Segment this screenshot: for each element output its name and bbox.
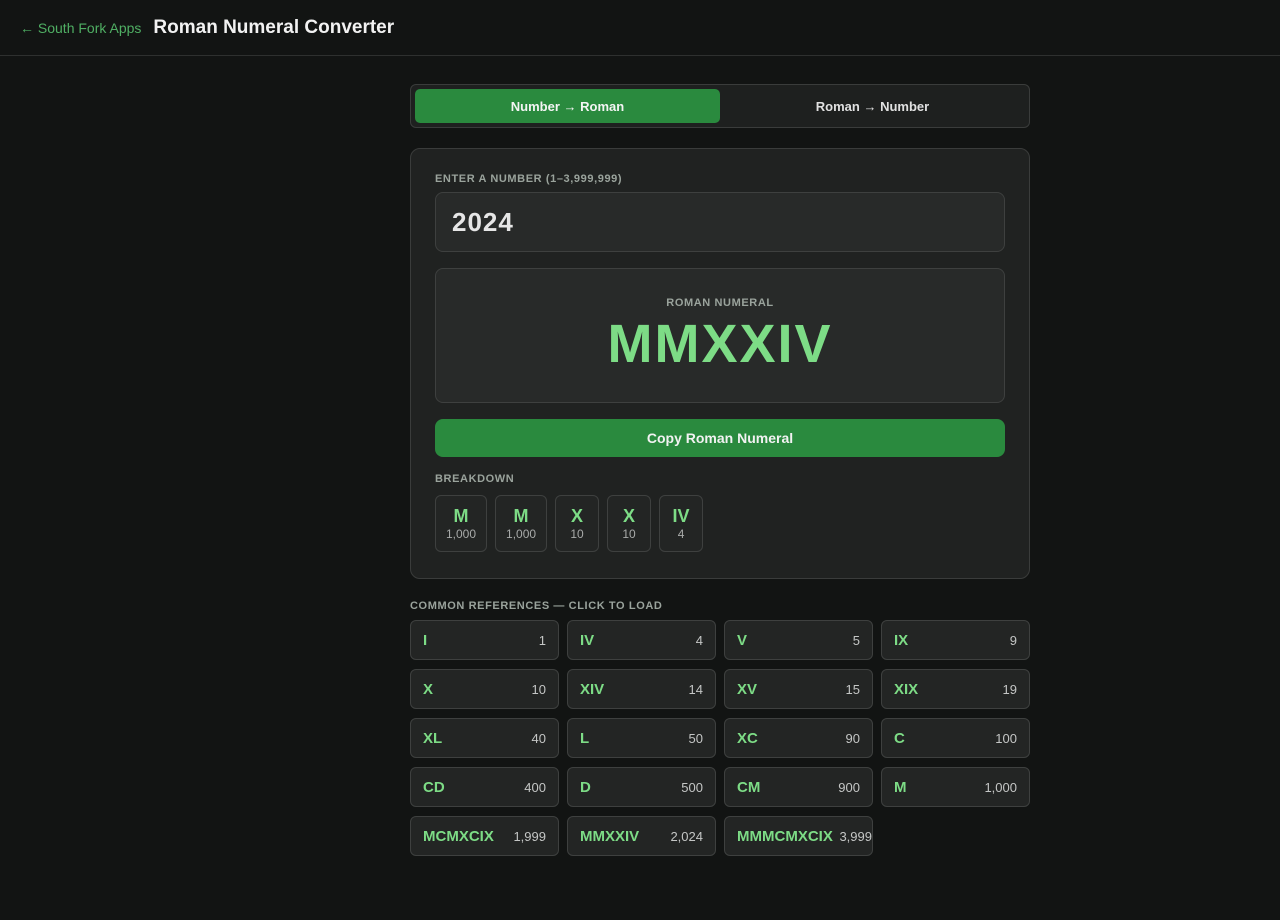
breakdown-value: 10 (622, 527, 636, 541)
reference-button[interactable]: XL 40 (410, 718, 559, 758)
reference-numeral: L (580, 729, 590, 747)
breakdown-label: BREAKDOWN (435, 473, 515, 485)
reference-numeral: XC (737, 729, 758, 747)
input-label: ENTER A NUMBER (1–3,999,999) (435, 173, 623, 185)
reference-value: 1,000 (984, 779, 1017, 795)
reference-numeral: MCMXCIX (423, 827, 494, 845)
reference-value: 50 (688, 730, 703, 746)
reference-numeral: IV (580, 631, 595, 649)
reference-value: 1 (538, 632, 546, 648)
reference-numeral: XIV (580, 680, 605, 698)
reference-button[interactable]: XIV 14 (567, 669, 716, 709)
number-input[interactable] (435, 192, 1005, 252)
breakdown-numeral: X (623, 506, 636, 526)
breakdown-numeral: X (571, 506, 584, 526)
reference-button[interactable]: XC 90 (724, 718, 873, 758)
reference-numeral: XV (737, 680, 758, 698)
reference-button[interactable]: MMMCMXCIX 3,999 (724, 816, 873, 856)
reference-value: 40 (531, 730, 546, 746)
reference-button[interactable]: MMXXIV 2,024 (567, 816, 716, 856)
result-value: MMXXIV (607, 314, 833, 374)
reference-value: 1,999 (513, 828, 546, 844)
breakdown-value: 1,000 (446, 527, 477, 541)
reference-button[interactable]: MCMXCIX 1,999 (410, 816, 559, 856)
reference-value: 3,999 (839, 828, 872, 844)
reference-numeral: C (894, 729, 905, 747)
reference-button[interactable]: M 1,000 (881, 767, 1030, 807)
main-content: Number → Roman Roman → Number ENTER A NU… (410, 84, 1030, 856)
reference-value: 400 (524, 779, 546, 795)
breakdown-numeral: IV (672, 506, 690, 526)
breakdown-list: M 1,000 M 1,000 X 10 X 10 IV 4 (435, 495, 1005, 552)
reference-numeral: CD (423, 778, 445, 796)
converter-card: ENTER A NUMBER (1–3,999,999) ROMAN NUMER… (410, 148, 1030, 579)
reference-value: 9 (1009, 632, 1017, 648)
reference-numeral: V (737, 631, 748, 649)
result-box: ROMAN NUMERAL MMXXIV (435, 268, 1005, 403)
reference-numeral: D (580, 778, 591, 796)
copy-button[interactable]: Copy Roman Numeral (435, 419, 1005, 457)
breakdown-value: 4 (677, 527, 685, 541)
reference-button[interactable]: XV 15 (724, 669, 873, 709)
reference-numeral: MMMCMXCIX (737, 827, 833, 845)
reference-button[interactable]: XIX 19 (881, 669, 1030, 709)
reference-value: 4 (695, 632, 703, 648)
reference-numeral: IX (894, 631, 909, 649)
reference-numeral: I (423, 631, 428, 649)
breakdown-value: 10 (570, 527, 584, 541)
breakdown-value: 1,000 (506, 527, 537, 541)
breakdown-item: M 1,000 (435, 495, 488, 552)
reference-button[interactable]: C 100 (881, 718, 1030, 758)
breakdown-item: X 10 (555, 495, 600, 552)
page-title: Roman Numeral Converter (153, 16, 395, 38)
reference-button[interactable]: I1 (410, 620, 559, 660)
reference-numeral: X (423, 680, 434, 698)
reference-button[interactable]: CD 400 (410, 767, 559, 807)
reference-numeral: MMXXIV (580, 827, 640, 845)
reference-numeral: M (894, 778, 907, 796)
result-label: ROMAN NUMERAL (666, 297, 774, 309)
references-label: COMMON REFERENCES — CLICK TO LOAD (410, 600, 663, 612)
reference-value: 5 (852, 632, 860, 648)
breakdown-item: X 10 (607, 495, 652, 552)
reference-value: 90 (845, 730, 860, 746)
reference-value: 14 (688, 681, 703, 697)
mode-number-to-roman-button[interactable]: Number → Roman (415, 89, 720, 123)
reference-numeral: XIX (894, 680, 919, 698)
breakdown-numeral: M (513, 506, 529, 526)
reference-value: 2,024 (670, 828, 703, 844)
reference-numeral: XL (423, 729, 443, 747)
reference-value: 10 (531, 681, 546, 697)
mode-roman-to-number-button[interactable]: Roman → Number (720, 89, 1025, 123)
top-bar: ← South Fork Apps Roman Numeral Converte… (0, 0, 1280, 56)
reference-button[interactable]: CM 900 (724, 767, 873, 807)
back-link[interactable]: ← South Fork Apps (20, 20, 141, 36)
reference-button[interactable]: L 50 (567, 718, 716, 758)
reference-button[interactable]: V5 (724, 620, 873, 660)
breakdown-item: IV 4 (659, 495, 704, 552)
reference-value: 19 (1002, 681, 1017, 697)
reference-value: 500 (681, 779, 703, 795)
reference-button[interactable]: IV 4 (567, 620, 716, 660)
references-grid: I1 IV 4 V5 IX 9 X 10 XIV 14 XV 15 XIX 19 XL 40 … (410, 620, 1030, 856)
reference-value: 900 (838, 779, 860, 795)
breakdown-item: M 1,000 (495, 495, 548, 552)
reference-value: 100 (995, 730, 1017, 746)
reference-value: 15 (845, 681, 860, 697)
mode-toggle: Number → Roman Roman → Number (410, 84, 1030, 128)
reference-numeral: CM (737, 778, 761, 796)
breakdown-numeral: M (453, 506, 469, 526)
reference-button[interactable]: X 10 (410, 669, 559, 709)
reference-button[interactable]: D 500 (567, 767, 716, 807)
reference-button[interactable]: IX 9 (881, 620, 1030, 660)
